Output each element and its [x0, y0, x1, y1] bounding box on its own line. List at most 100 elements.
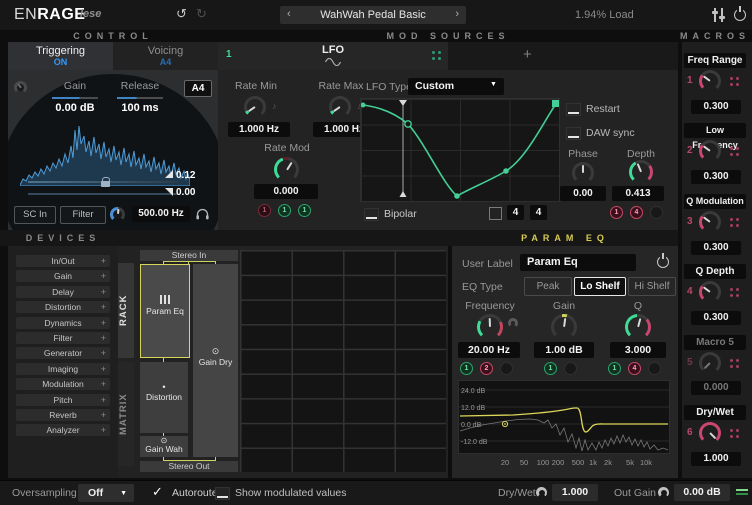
frequency-knob[interactable] [477, 314, 503, 340]
device-power-icon[interactable] [657, 256, 669, 268]
mod-slot-dot[interactable]: 1 [298, 204, 311, 217]
rate-min-value[interactable]: 1.000 Hz [228, 122, 290, 137]
device-item[interactable]: Modulation+ [16, 378, 110, 390]
macro-value[interactable]: 0.300 [691, 170, 741, 184]
tab-voicing[interactable]: Voicing A4 [113, 42, 218, 70]
eq-gain-value[interactable]: 1.00 dB [534, 342, 594, 358]
user-label-input[interactable]: Param Eq [520, 254, 636, 271]
preset-name[interactable]: WahWah Pedal Basic [296, 9, 450, 21]
macro-drag-icon[interactable] [730, 147, 733, 150]
eq-type-lo-shelf[interactable]: Lo Shelf [574, 277, 626, 296]
settings-sliders-icon[interactable] [712, 8, 725, 22]
marker-top-value[interactable]: 0.12 [176, 170, 195, 181]
frequency-value[interactable]: 20.00 Hz [458, 342, 520, 358]
add-device-icon[interactable]: + [101, 317, 106, 329]
rate-mod-knob[interactable] [274, 157, 299, 182]
rack-tab[interactable]: RACK [118, 263, 134, 358]
add-device-icon[interactable]: + [101, 286, 106, 298]
gain-mini-slider[interactable] [52, 97, 98, 99]
threshold-slider-bottom[interactable] [28, 193, 178, 195]
mod-slot-dot[interactable]: 1 [258, 204, 271, 217]
macro-drag-icon[interactable] [730, 218, 733, 221]
rate-mod-value[interactable]: 0.000 [254, 184, 318, 199]
bipolar-checkbox[interactable] [364, 208, 379, 221]
device-item[interactable]: Dynamics+ [16, 317, 110, 329]
macro-drag-icon[interactable] [730, 429, 733, 432]
lfo-curve-editor[interactable] [360, 98, 560, 202]
device-item[interactable]: Analyzer+ [16, 424, 110, 436]
oversampling-dropdown[interactable]: Off ▼ [78, 484, 134, 502]
daw-sync-checkbox[interactable] [566, 127, 581, 140]
mod-slot-dot[interactable] [648, 362, 661, 375]
macro-knob[interactable] [699, 352, 721, 374]
lock-icon[interactable] [100, 177, 110, 188]
macro-drag-icon[interactable] [730, 288, 733, 291]
add-device-icon[interactable]: + [101, 270, 106, 282]
filter-freq-knob[interactable] [110, 207, 125, 222]
macro-knob[interactable] [699, 70, 721, 92]
rack-block-param-eq[interactable]: Param Eq [140, 264, 190, 358]
mod-tab-drag-icon[interactable] [432, 51, 435, 54]
marker-bottom-handle[interactable] [165, 188, 173, 196]
marker-bottom-value[interactable]: 0.00 [176, 187, 195, 198]
preset-selector[interactable]: ‹ WahWah Pedal Basic › [280, 6, 466, 24]
macro-value[interactable]: 1.000 [691, 452, 741, 466]
macro-label[interactable]: Low Frequency [684, 123, 746, 138]
macro-value[interactable]: 0.300 [691, 100, 741, 114]
macro-knob[interactable] [699, 281, 721, 303]
stereo-out-block[interactable]: Stereo Out [140, 461, 238, 472]
macro-value[interactable]: 0.300 [691, 311, 741, 325]
add-device-icon[interactable]: + [101, 332, 106, 344]
phase-value[interactable]: 0.00 [560, 186, 606, 201]
restart-checkbox[interactable] [566, 103, 581, 116]
add-mod-source-button[interactable]: + [523, 46, 532, 63]
eq-type-peak[interactable]: Peak [524, 277, 572, 296]
macro-label[interactable]: Dry/Wet [684, 405, 746, 420]
macro-drag-icon[interactable] [730, 77, 733, 80]
power-icon[interactable] [734, 9, 746, 21]
mod-slot-dot[interactable]: 1 [460, 362, 473, 375]
add-device-icon[interactable]: + [101, 394, 106, 406]
grid-x-value[interactable]: 4 [507, 205, 524, 220]
device-item[interactable]: Distortion+ [16, 301, 110, 313]
undo-icon[interactable]: ↺ [176, 6, 187, 22]
eq-response-graph[interactable]: 24.0 dB 12.0 dB 0.0 dB -12.0 dB 20 50 10… [458, 380, 670, 472]
tab-triggering[interactable]: Triggering ON [8, 42, 113, 70]
rack-block-distortion[interactable]: • Distortion [140, 362, 188, 433]
rate-min-note-icon[interactable]: ♪ [272, 101, 277, 111]
mod-source-tab-lfo[interactable]: 1 LFO [218, 42, 448, 70]
phase-knob[interactable] [572, 162, 594, 184]
mod-slot-dot[interactable] [650, 206, 663, 219]
q-knob[interactable] [625, 314, 651, 340]
mod-slot-dot[interactable] [564, 362, 577, 375]
gain-value[interactable]: 0.00 dB [40, 102, 110, 114]
outgain-value[interactable]: 0.00 dB [674, 484, 730, 501]
show-modulated-checkbox[interactable] [215, 487, 230, 500]
device-item[interactable]: Pitch+ [16, 394, 110, 406]
macro-value[interactable]: 0.000 [691, 381, 741, 395]
rate-max-knob[interactable] [329, 96, 351, 118]
device-item[interactable]: Reverb+ [16, 409, 110, 421]
rack-block-gain-wah[interactable]: ⊙ Gain Wah [140, 436, 188, 457]
grid-snap-icon[interactable] [489, 207, 502, 220]
device-item[interactable]: In/Out+ [16, 255, 110, 267]
mod-slot-dot[interactable]: 4 [630, 206, 643, 219]
depth-value[interactable]: 0.413 [612, 186, 664, 201]
headphones-icon[interactable] [196, 208, 209, 220]
drywet-value[interactable]: 1.000 [552, 484, 598, 501]
mod-slot-dot[interactable]: 2 [480, 362, 493, 375]
freq-mod-target-icon[interactable] [508, 318, 518, 328]
mod-slot-dot[interactable]: 1 [278, 204, 291, 217]
outgain-knob-icon[interactable] [658, 487, 669, 498]
add-device-icon[interactable]: + [101, 409, 106, 421]
macro-knob[interactable] [699, 422, 721, 444]
device-item[interactable]: Delay+ [16, 286, 110, 298]
filter-freq-value[interactable]: 500.00 Hz [132, 206, 190, 222]
note-button[interactable]: A4 [184, 80, 212, 97]
mod-slot-dot[interactable]: 4 [628, 362, 641, 375]
preset-next-icon[interactable]: › [455, 8, 459, 20]
grid-y-value[interactable]: 4 [530, 205, 547, 220]
macro-value[interactable]: 0.300 [691, 241, 741, 255]
mod-slot-dot[interactable]: 1 [610, 206, 623, 219]
add-device-icon[interactable]: + [101, 363, 106, 375]
